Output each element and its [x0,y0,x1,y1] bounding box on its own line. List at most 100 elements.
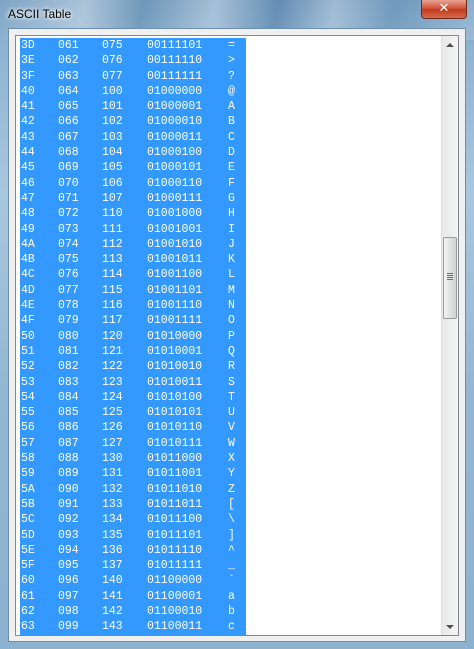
list-item[interactable]: 5E 094 136 01011110 ^ [20,543,246,558]
cell-char: G [228,191,235,205]
cell-oct: 102 [102,115,123,129]
cell-oct: 110 [102,207,123,221]
list-item[interactable]: 56 086 126 01010110 V [20,420,246,435]
cell-hex: 4B [21,253,35,267]
cell-hex: 42 [21,115,35,129]
cell-char: F [228,176,235,190]
list-item[interactable]: 45 069 105 01000101 E [20,160,246,175]
list-item[interactable]: 3E 062 076 00111110 > [20,53,246,68]
cell-bin: 01000010 [147,115,203,129]
list-item[interactable]: 44 068 104 01000100 D [20,145,246,160]
list-item[interactable]: 4E 078 116 01001110 N [20,298,246,313]
list-item[interactable]: 50 080 120 01010000 P [20,329,246,344]
list-item[interactable]: 63 099 143 01100011 c [20,619,246,634]
cell-bin: 01001111 [147,314,203,328]
cell-hex: 5B [21,497,35,511]
cell-bin: 01001101 [147,283,203,297]
cell-oct: 122 [102,360,123,374]
cell-dec: 095 [58,559,79,573]
list-item[interactable]: 53 083 123 01010011 S [20,375,246,390]
cell-char: O [228,314,235,328]
list-item[interactable]: 58 088 130 01011000 X [20,451,246,466]
list-item[interactable]: 40 064 100 01000000 @ [20,84,246,99]
list-item[interactable]: 51 081 121 01010001 Q [20,344,246,359]
cell-bin: 01011000 [147,452,203,466]
cell-hex: 4A [21,237,35,251]
cell-bin: 01100010 [147,604,203,618]
cell-hex: 44 [21,146,35,160]
list-item[interactable]: 5C 092 134 01011100 \ [20,512,246,527]
list-item[interactable]: 3F 063 077 00111111? [20,69,246,84]
cell-dec: 080 [58,329,79,343]
cell-dec: 094 [58,543,79,557]
cell-char: R [228,360,235,374]
list-item[interactable]: 42 066 102 01000010 B [20,114,246,129]
list-item[interactable]: 43 067 103 01000011 C [20,130,246,145]
cell-hex: 62 [21,604,35,618]
cell-char: B [228,115,235,129]
list-item[interactable]: 4B 075 113 01001011 K [20,252,246,267]
close-button[interactable]: ✕ [421,0,467,19]
list-item[interactable]: 47 071 107 01000111 G [20,191,246,206]
list-item[interactable]: 64 100 144 01100100 d [20,635,246,636]
cell-oct: 137 [102,559,123,573]
ascii-listbox[interactable]: 3D 061 075 00111101 = 3E 062 076 00111110 >3F 063 0… [15,35,459,636]
list-item[interactable]: 62 098 142 01100010 b [20,604,246,619]
list-item[interactable]: 5D 093 135 01011101] [20,528,246,543]
cell-bin: 01100001 [147,589,203,603]
list-item[interactable]: 5F 095 137 01011111 _ [20,558,246,573]
cell-hex: 59 [21,467,35,481]
cell-oct: 124 [102,390,123,404]
list-item[interactable]: 5B 091 133 01011011 [ [20,497,246,512]
list-item[interactable]: 5A 090 132 01011010 Z [20,482,246,497]
cell-bin: 01100100 [147,635,202,636]
cell-oct: 116 [102,299,123,313]
list-item[interactable]: 41 065 101 01000001 A [20,99,246,114]
list-item[interactable]: 61 097 141 01100001 a [20,589,246,604]
cell-char: Q [228,344,235,358]
list-item[interactable]: 60 096 140 01100000 ` [20,573,246,588]
cell-bin: 01001010 [147,237,203,251]
cell-oct: 077 [102,69,123,83]
cell-oct: 136 [102,543,123,557]
cell-oct: 107 [102,191,123,205]
cell-dec: 089 [58,467,79,481]
scroll-thumb[interactable] [443,236,457,319]
scroll-up-button[interactable] [442,36,458,53]
cell-oct: 114 [102,268,123,282]
list-item[interactable]: 49 073 111 01001001 I [20,222,246,237]
list-item[interactable]: 4D 077 115 01001101 M [20,283,246,298]
cell-oct: 140 [102,574,123,588]
scroll-down-button[interactable] [442,618,458,635]
cell-dec: 083 [58,375,79,389]
list-item[interactable]: 46 070 106 01000110 F [20,176,246,191]
list-item[interactable]: 4A 074 112 01001010 J [20,237,246,252]
cell-dec: 096 [58,574,79,588]
cell-hex: 4D [21,283,35,297]
list-item[interactable]: 48 072 110 01001000 H [20,206,246,221]
arrow-down-icon [446,624,454,629]
cell-hex: 60 [21,574,35,588]
window-client-area: 3D 061 075 00111101 = 3E 062 076 00111110 >3F 063 0… [8,28,466,642]
cell-char: H [228,207,235,221]
list-item[interactable]: 55 085 125 01010101 U [20,405,246,420]
cell-bin: 01000111 [147,191,203,205]
list-item[interactable]: 54 084 124 01010100 T [20,390,246,405]
list-item[interactable]: 4F 079 117 01001111 O [20,313,246,328]
list-item[interactable]: 4C 076 114 01001100 L [20,267,246,282]
list-item[interactable]: 3D 061 075 00111101 = [20,38,246,53]
cell-oct: 121 [102,344,123,358]
cell-oct: 123 [102,375,123,389]
cell-char: Z [228,482,235,496]
cell-bin: 01011011 [147,497,203,511]
list-item[interactable]: 57 087 127 01010111 W [20,436,246,451]
cell-dec: 098 [58,604,79,618]
vertical-scrollbar[interactable] [441,36,458,635]
cell-dec: 082 [58,360,79,374]
cell-char: A [228,100,235,114]
list-item[interactable]: 59 089 131 01011001 Y [20,466,246,481]
cell-oct: 105 [102,161,123,175]
cell-char: b [228,604,235,618]
list-item[interactable]: 52 082 122 01010010 R [20,359,246,374]
cell-bin: 01000101 [147,161,203,175]
